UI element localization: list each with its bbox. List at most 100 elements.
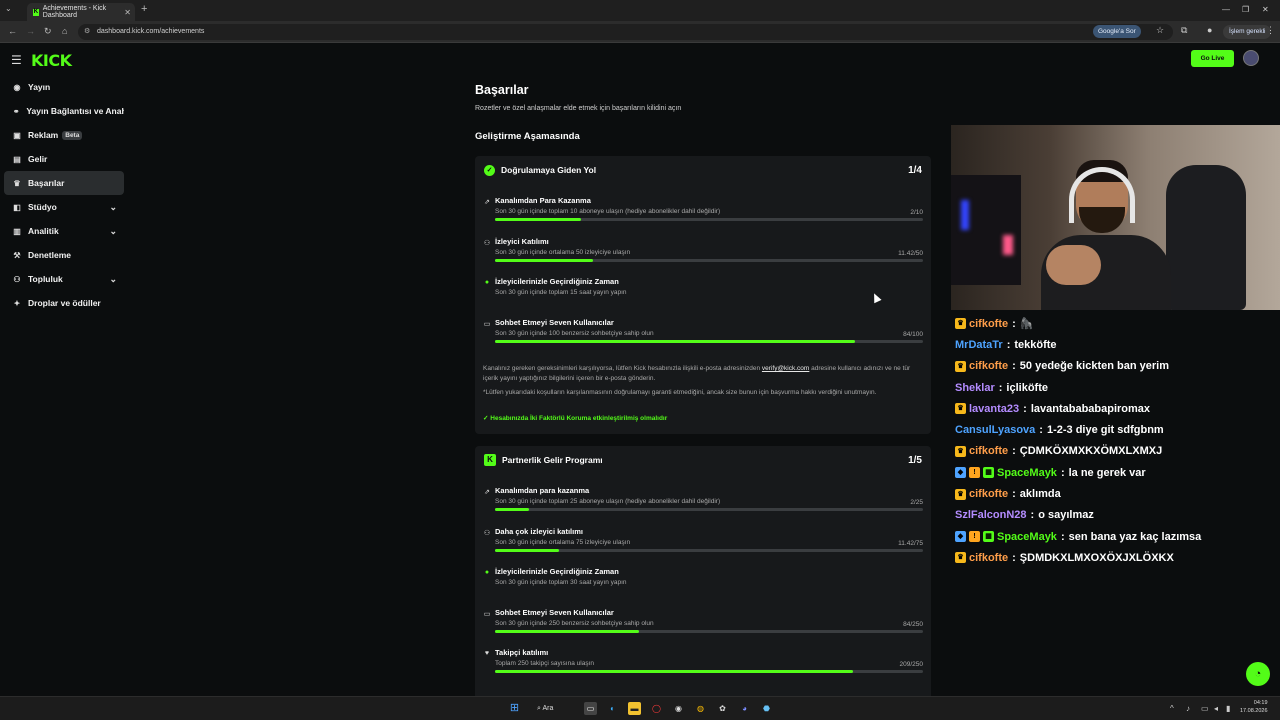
bookmark-star-icon[interactable]: ☆ [1156, 25, 1164, 36]
app-icon[interactable]: ✿ [716, 702, 729, 715]
sidebar-item-label: Droplar ve ödüller [28, 298, 101, 308]
network-icon[interactable]: ▭ [1201, 704, 1209, 713]
menu-icon[interactable]: ☰ [11, 53, 22, 67]
sidebar-item-topluluk[interactable]: ⚇ Topluluk ⌄ [4, 267, 124, 291]
sidebar-item-label: Yayın [28, 82, 51, 92]
moderation-icon: ⚒ [13, 250, 21, 260]
taskbar-search[interactable]: ⌕ Ara [537, 702, 553, 716]
browser-tab[interactable]: K Achievements - Kick Dashboard ✕ [27, 3, 135, 21]
reload-icon[interactable]: ↻ [44, 26, 52, 37]
achievement-task: ⇗ Kanalımdan Para Kazanma Son 30 gün içind… [483, 196, 923, 221]
webcam-pc-case [951, 175, 1021, 285]
sidebar-item-yayin[interactable]: ◉ Yayın [4, 75, 124, 99]
chat-separator: : [1012, 445, 1016, 458]
edge-icon[interactable]: ◐ [606, 702, 619, 715]
gift-icon: ✦ [13, 298, 21, 308]
analytics-icon: ▥ [13, 226, 21, 236]
google-ask-button[interactable]: Google'a Sor [1093, 25, 1141, 38]
chat-text: aklımda [1019, 488, 1061, 501]
battery-icon[interactable]: ▮ [1226, 704, 1230, 713]
chat-message: ◆! ▦ SpaceMayk: la ne gerek var [955, 462, 1275, 483]
task-title: Kanalımdan para kazanma [495, 486, 590, 495]
chat-message: ◆! ▦ SpaceMayk: sen bana yaz kaç lazımsa [955, 526, 1275, 547]
close-tab-icon[interactable]: ✕ [124, 8, 131, 17]
trophy-icon: ♛ [13, 178, 21, 188]
chat-message: ♛ cifkofte: 🦍 [955, 313, 1275, 334]
task-description: Son 30 gün içinde ortalama 50 izleyiciye… [495, 248, 631, 256]
sidebar-item-droplar[interactable]: ✦ Droplar ve ödüller [4, 291, 124, 315]
gold-badge-icon: ♛ [955, 488, 966, 500]
discord-icon[interactable]: ◕ [738, 702, 751, 715]
trending-icon: ⇗ [484, 489, 490, 496]
taskbar-search-label: Ara [542, 705, 554, 712]
obs-icon[interactable]: ◉ [672, 702, 685, 715]
card-header: ✓ Doğrulamaya Giden Yol 1/4 [475, 156, 931, 184]
task-description: Son 30 gün içinde ortalama 75 izleyiciye… [495, 538, 631, 546]
green-badge-icon: ▦ [983, 467, 994, 479]
green-badge-icon: ▦ [983, 531, 994, 543]
sidebar-item-gelir[interactable]: ▤ Gelir [4, 147, 124, 171]
sidebar-item-stream-key[interactable]: ⚭ Yayın Bağlantısı ve Anahtarı [4, 99, 124, 123]
windows-start-icon[interactable]: ⊞ [508, 702, 521, 715]
site-info-icon[interactable]: ⚙ [84, 24, 90, 40]
chat-text: sen bana yaz kaç lazımsa [1068, 530, 1202, 543]
gold-badge-icon: ♛ [955, 552, 966, 564]
forward-icon[interactable]: → [26, 26, 35, 36]
progress-bar-fill [495, 258, 594, 262]
blue-badge-icon: ◆ [955, 467, 966, 479]
sidebar-item-denetleme[interactable]: ⚒ Denetleme [4, 243, 124, 267]
sidebar-item-reklam[interactable]: ▣ Reklam Beta [4, 123, 124, 147]
steam-icon[interactable]: ⬣ [760, 702, 773, 715]
sidebar-item-basarilar[interactable]: ♛ Başarılar [4, 171, 124, 195]
task-description: Toplam 250 takipçi sayısına ulaşın [495, 660, 594, 667]
microphone-icon[interactable]: ♪ [1186, 704, 1190, 713]
chat-username: cifkofte [969, 551, 1009, 564]
page-title: Başarılar [475, 83, 529, 97]
verify-email-link[interactable]: verify@kick.com [762, 365, 809, 372]
close-window-icon[interactable]: ✕ [1262, 5, 1269, 14]
chrome-icon[interactable]: ◍ [694, 702, 707, 715]
file-explorer-icon[interactable]: ▬ [628, 702, 641, 715]
sidebar-item-label: Topluluk [28, 274, 63, 284]
extensions-icon[interactable]: ⧉ [1181, 25, 1187, 36]
kick-logo[interactable]: KICK [31, 51, 72, 70]
chat-separator: : [1060, 466, 1065, 479]
home-icon[interactable]: ⌂ [62, 26, 67, 36]
taskbar-clock[interactable]: 04:19 17.08.2026 [1240, 700, 1268, 715]
maximize-icon[interactable]: ❐ [1242, 5, 1249, 14]
help-chat-button[interactable]: ◔ [1246, 662, 1270, 686]
chat-text: ŞDMDKXLMXOXÖXJXLÖXKX [1019, 551, 1174, 564]
url-input[interactable]: ⚙ dashboard.kick.com/achievements [78, 24, 1173, 40]
link-icon: ⚭ [12, 106, 20, 116]
avatar[interactable] [1243, 50, 1259, 66]
profile-action-button[interactable]: İşlem gerekli [1223, 25, 1272, 39]
back-icon[interactable]: ← [8, 26, 17, 36]
sidebar-item-analitik[interactable]: ▥ Analitik ⌄ [4, 219, 124, 243]
volume-icon[interactable]: ◂ [1214, 704, 1218, 713]
achievement-task: ● İzleyicilerinizle Geçirdiğiniz Zaman Son… [483, 567, 923, 586]
chat-username: cifkofte [969, 445, 1009, 458]
opera-icon[interactable]: ◯ [650, 702, 663, 715]
minimize-icon[interactable]: — [1222, 5, 1230, 14]
webcam-led-blue [961, 200, 969, 230]
kick-partner-icon: K [484, 454, 496, 466]
card-header: K Partnerlik Gelir Programı 1/5 [475, 446, 931, 474]
sidebar-item-studyo[interactable]: ◧ Stüdyo ⌄ [4, 195, 124, 219]
chat-separator: : [1006, 338, 1011, 351]
achievements-main: Başarılar Rozetler ve özel anlaşmalar el… [475, 83, 932, 706]
task-view-icon[interactable]: ▭ [584, 702, 597, 715]
progress-bar [495, 548, 923, 552]
browser-menu-icon[interactable]: ⋮ [1266, 25, 1275, 36]
chat-separator: : [1060, 530, 1065, 543]
chat-message: ♛ cifkofte:50 yedeğe kickten ban yerim [955, 356, 1275, 377]
studio-icon: ◧ [13, 202, 21, 212]
profile-avatar-icon[interactable]: ● [1207, 25, 1212, 35]
tab-search-icon[interactable]: ⌄ [5, 4, 12, 13]
gold-badge-icon: ♛ [955, 318, 966, 330]
go-live-button[interactable]: Go Live [1191, 50, 1234, 67]
tray-chevron-icon[interactable]: ^ [1170, 704, 1174, 713]
new-tab-icon[interactable]: + [141, 3, 147, 15]
achievement-task: ▭ Sohbet Etmeyi Seven Kullanıcılar Son 30 … [483, 318, 923, 343]
verified-check-icon: ✓ [484, 164, 495, 176]
chat-separator: : [998, 381, 1003, 394]
